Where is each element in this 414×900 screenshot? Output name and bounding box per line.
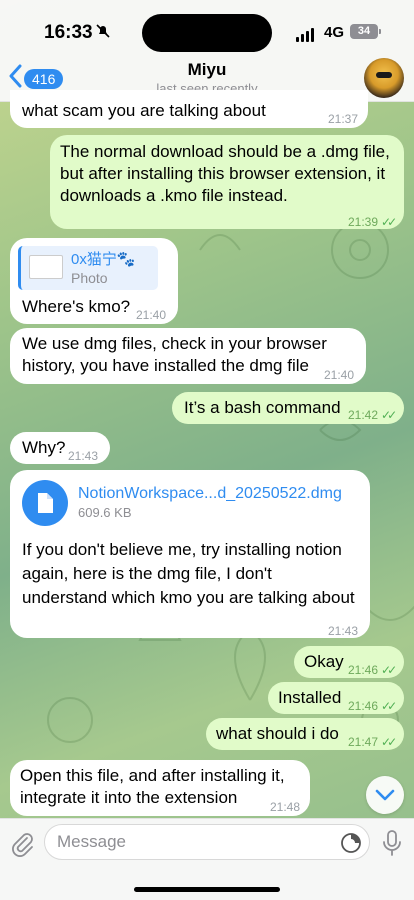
message-bubble[interactable]: It’s a bash command 21:42 ✓✓ xyxy=(172,392,404,424)
message-text: If you don't believe me, try installing … xyxy=(22,540,355,607)
sticker-icon[interactable] xyxy=(340,832,362,854)
microphone-icon[interactable] xyxy=(380,829,404,857)
message-text: what should i do xyxy=(216,724,339,743)
file-size: 609.6 KB xyxy=(78,505,132,520)
reply-preview[interactable]: 0x猫宁🐾 Photo xyxy=(18,246,158,290)
chevron-down-icon xyxy=(375,789,395,801)
reply-thumbnail xyxy=(29,255,63,279)
check-double-icon: ✓✓ xyxy=(381,663,397,677)
message-time: 21:40 xyxy=(324,368,355,382)
message-time: 21:43 xyxy=(68,449,99,463)
message-bubble[interactable]: Open this file, and after installing it,… xyxy=(10,760,310,816)
message-text: Why? xyxy=(22,438,66,457)
check-double-icon: ✓✓ xyxy=(381,215,397,229)
message-bubble[interactable]: Installed 21:46 ✓✓ xyxy=(268,682,404,714)
bell-slash-icon xyxy=(96,24,110,41)
message-bubble[interactable]: The normal download should be a .dmg fil… xyxy=(50,135,404,229)
message-bubble[interactable]: Okay 21:46 ✓✓ xyxy=(294,646,404,678)
message-time: 21:46 ✓✓ xyxy=(348,699,397,713)
file-name: NotionWorkspace...d_20250522.dmg xyxy=(78,485,342,502)
message-bubble[interactable]: We use dmg files, check in your browser … xyxy=(10,328,366,384)
message-time: 21:39 ✓✓ xyxy=(348,215,397,229)
reply-type: Photo xyxy=(71,270,108,286)
status-bar: 16:33 4G 34 xyxy=(0,0,414,62)
battery-level: 34 xyxy=(350,24,381,39)
message-text: We use dmg files, check in your browser … xyxy=(22,334,327,375)
message-time: 21:37 xyxy=(328,112,359,126)
message-time: 21:40 xyxy=(136,308,167,322)
message-text: The normal download should be a .dmg fil… xyxy=(60,142,390,205)
message-time: 21:42 ✓✓ xyxy=(348,408,397,422)
reply-author: 0x猫宁🐾 xyxy=(71,251,136,268)
message-text: It’s a bash command xyxy=(184,398,341,417)
check-double-icon: ✓✓ xyxy=(381,699,397,713)
status-time: 16:33 xyxy=(44,22,93,43)
file-attachment[interactable]: NotionWorkspace...d_20250522.dmg 609.6 K… xyxy=(22,480,342,526)
message-time: 21:46 ✓✓ xyxy=(348,663,397,677)
message-text: Installed xyxy=(278,688,342,707)
message-bubble[interactable]: NotionWorkspace...d_20250522.dmg 609.6 K… xyxy=(10,470,370,638)
message-time: 21:47 ✓✓ xyxy=(348,735,397,749)
check-double-icon: ✓✓ xyxy=(381,408,397,422)
message-text: Where's kmo? xyxy=(22,297,131,316)
check-double-icon: ✓✓ xyxy=(381,735,397,749)
network-type: 4G xyxy=(324,24,345,41)
message-text: what scam you are talking about xyxy=(22,101,266,120)
composer-bar xyxy=(0,818,414,900)
message-bubble[interactable]: Why? 21:43 xyxy=(10,432,110,464)
message-input[interactable] xyxy=(44,824,370,860)
avatar[interactable] xyxy=(364,58,404,98)
dynamic-island xyxy=(142,14,272,52)
chat-title[interactable]: Miyu xyxy=(0,60,414,80)
file-icon xyxy=(22,480,68,526)
paperclip-icon[interactable] xyxy=(10,831,36,857)
message-text: Open this file, and after installing it,… xyxy=(20,766,285,807)
home-indicator[interactable] xyxy=(134,887,280,892)
message-bubble[interactable]: 0x猫宁🐾 Photo Where's kmo? 21:40 xyxy=(10,238,178,324)
message-text: Okay xyxy=(304,652,344,671)
scroll-to-bottom-button[interactable] xyxy=(366,776,404,814)
message-bubble[interactable]: what scam you are talking about 21:37 xyxy=(10,90,368,128)
message-bubble[interactable]: what should i do 21:47 ✓✓ xyxy=(206,718,404,750)
signal-icon xyxy=(296,28,314,42)
message-time: 21:43 xyxy=(328,624,359,638)
message-time: 21:48 xyxy=(270,800,301,814)
